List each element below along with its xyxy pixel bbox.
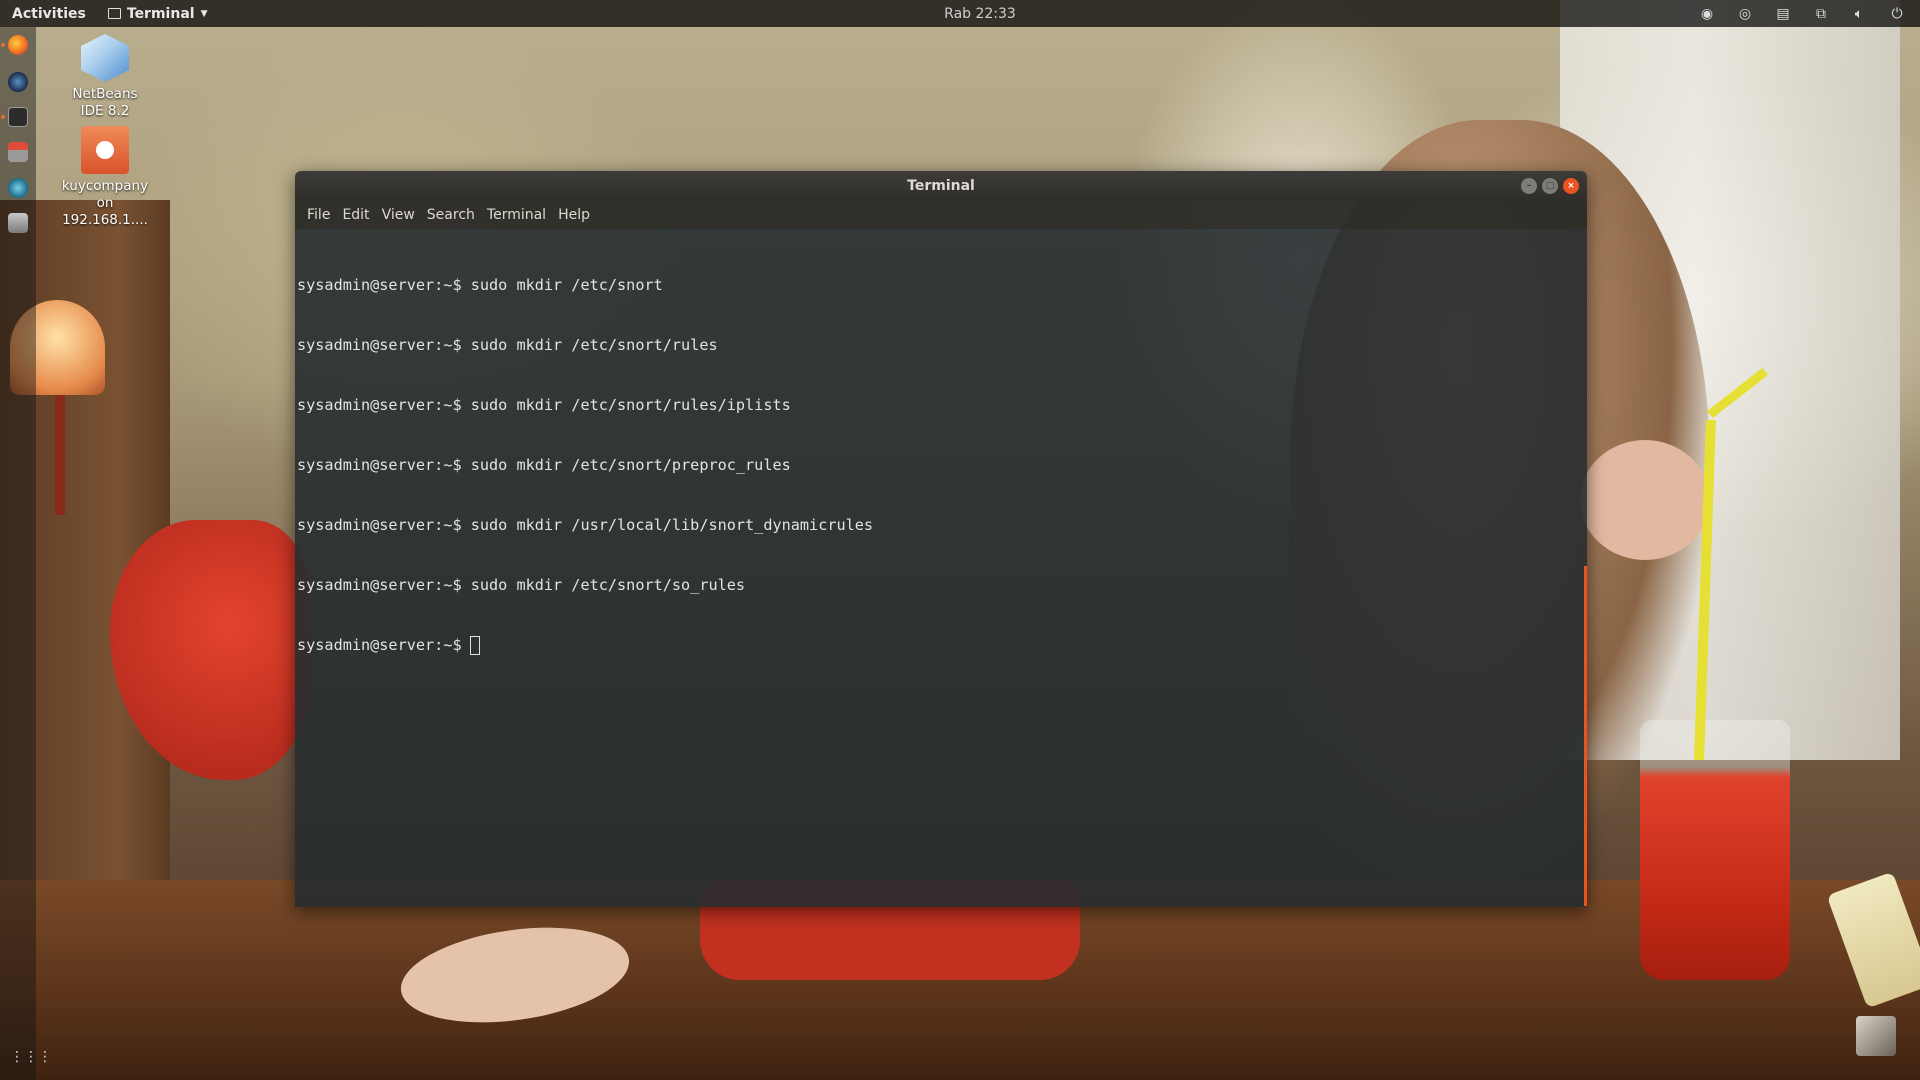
menu-edit[interactable]: Edit <box>336 207 375 223</box>
avatar[interactable] <box>1856 1016 1896 1056</box>
app-menu-label: Terminal <box>126 5 195 22</box>
terminal-window[interactable]: Terminal – □ × File Edit View Search Ter… <box>295 171 1587 907</box>
top-bar: Activities Terminal ▼ Rab 22:33 ◉ ◎ ▤ ⧉ … <box>0 0 1920 27</box>
chevron-down-icon: ▼ <box>200 8 208 19</box>
terminal-output[interactable]: sysadmin@server:~$ sudo mkdir /etc/snort… <box>295 229 1587 907</box>
terminal-line: sysadmin@server:~$ sudo mkdir /etc/snort… <box>297 396 791 414</box>
terminal-icon[interactable] <box>8 107 28 127</box>
desktop-icon-label: kuycompany on 192.168.1.... <box>61 178 149 228</box>
desktop-icon-netbeans[interactable]: NetBeans IDE 8.2 <box>60 34 150 120</box>
system-tray: ◉ ◎ ▤ ⧉ 🔈︎ ⏻ <box>1698 0 1906 27</box>
menu-view[interactable]: View <box>376 207 421 223</box>
volume-icon[interactable]: 🔈︎ <box>1850 5 1868 23</box>
maximize-button[interactable]: □ <box>1542 178 1558 194</box>
steam-icon[interactable] <box>8 72 28 92</box>
archive-icon[interactable] <box>8 213 28 233</box>
desktop-icon-label: NetBeans IDE 8.2 <box>72 86 138 119</box>
terminal-icon <box>107 8 121 19</box>
app-menu-button[interactable]: Terminal ▼ <box>107 5 208 22</box>
text-cursor <box>469 635 480 655</box>
terminal-line: sysadmin@server:~$ sudo mkdir /etc/snort <box>297 276 663 294</box>
running-indicator <box>1 115 5 119</box>
clipboard-icon[interactable]: ▤ <box>1774 5 1792 23</box>
terminal-line: sysadmin@server:~$ sudo mkdir /etc/snort… <box>297 336 718 354</box>
network-icon[interactable]: ⧉ <box>1812 5 1830 23</box>
running-indicator <box>1 43 5 47</box>
menu-file[interactable]: File <box>301 207 336 223</box>
steam-icon[interactable]: ◉ <box>1698 5 1716 23</box>
terminal-prompt: sysadmin@server:~$ <box>297 636 462 654</box>
netbeans-icon <box>81 34 129 82</box>
menu-search[interactable]: Search <box>421 207 481 223</box>
minimize-button[interactable]: – <box>1521 178 1537 194</box>
menu-bar: File Edit View Search Terminal Help <box>295 201 1587 229</box>
menu-terminal[interactable]: Terminal <box>481 207 552 223</box>
browser-icon[interactable] <box>8 178 28 198</box>
firefox-icon[interactable] <box>8 35 28 55</box>
system-manager-icon[interactable] <box>8 142 28 162</box>
clock[interactable]: Rab 22:33 <box>0 6 1920 22</box>
terminal-line: sysadmin@server:~$ sudo mkdir /etc/snort… <box>297 576 746 594</box>
window-titlebar[interactable]: Terminal – □ × <box>295 171 1587 201</box>
desktop-icon-network-share[interactable]: kuycompany on 192.168.1.... <box>60 126 150 229</box>
steam-alt-icon[interactable]: ◎ <box>1736 5 1754 23</box>
activities-button[interactable]: Activities <box>12 6 86 22</box>
power-icon[interactable]: ⏻ <box>1888 5 1906 23</box>
dock: ⋮⋮⋮ <box>0 27 52 1080</box>
window-accent-edge <box>1584 566 1587 906</box>
terminal-line: sysadmin@server:~$ sudo mkdir /usr/local… <box>297 516 874 534</box>
close-button[interactable]: × <box>1563 178 1579 194</box>
menu-help[interactable]: Help <box>552 207 596 223</box>
terminal-prompt-line[interactable]: sysadmin@server:~$ <box>297 635 1585 655</box>
show-applications-button[interactable]: ⋮⋮⋮ <box>10 1049 52 1065</box>
terminal-line: sysadmin@server:~$ sudo mkdir /etc/snort… <box>297 456 791 474</box>
window-title: Terminal <box>907 178 975 194</box>
network-share-icon <box>81 126 129 174</box>
